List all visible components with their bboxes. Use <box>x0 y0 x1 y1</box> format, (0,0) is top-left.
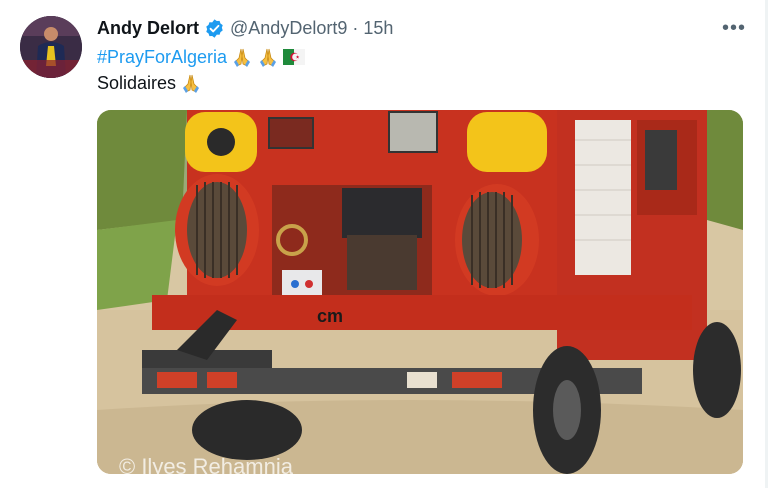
separator-dot: · <box>352 18 359 38</box>
folded-hands-icon <box>231 46 253 68</box>
tweet-header: Andy Delort @AndyDelort9 · 15h <box>97 16 393 40</box>
folded-hands-icon <box>257 46 279 68</box>
flag-algeria-icon <box>283 49 306 65</box>
author-handle[interactable]: @AndyDelort9 <box>230 16 347 40</box>
avatar[interactable] <box>20 16 82 78</box>
tweet-text-line-2: Solidaires <box>97 71 202 95</box>
tweet-text-line-1: #PrayForAlgeria <box>97 45 306 69</box>
folded-hands-icon <box>180 72 202 94</box>
more-options-icon[interactable]: ••• <box>722 18 746 38</box>
fire-truck-photo: cm <box>97 110 743 474</box>
timestamp[interactable]: 15h <box>363 16 393 40</box>
tweet-text: Solidaires <box>97 73 177 93</box>
tweet: Andy Delort @AndyDelort9 · 15h ••• #Pray… <box>0 0 768 488</box>
vehicle-marking: cm <box>317 306 343 326</box>
tweet-photo[interactable]: cm © Ilyes Rehamnia <box>97 110 743 474</box>
hashtag-link[interactable]: #PrayForAlgeria <box>97 45 227 69</box>
author-name[interactable]: Andy Delort <box>97 16 199 40</box>
verified-badge-icon <box>204 18 225 39</box>
photo-watermark: © Ilyes Rehamnia <box>119 454 293 474</box>
